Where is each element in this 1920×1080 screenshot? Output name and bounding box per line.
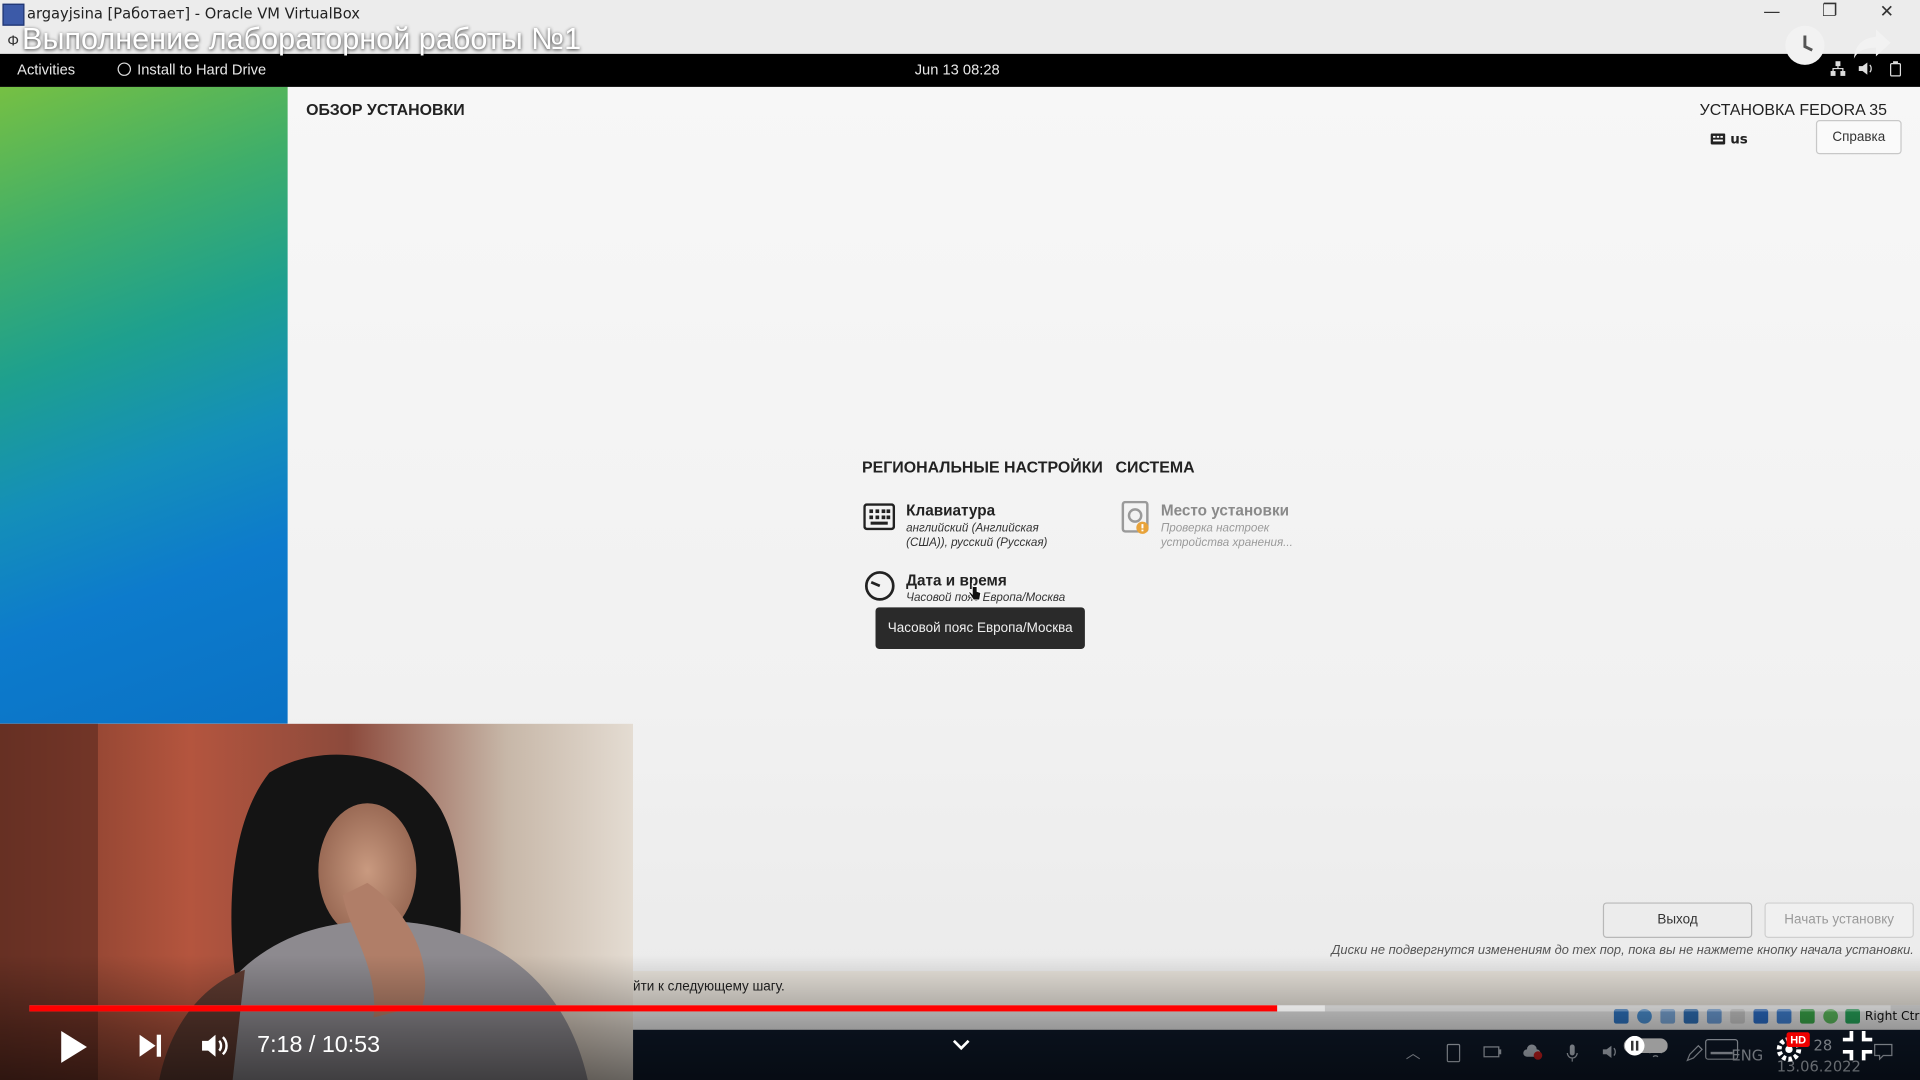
keyboard-spoke-status-line2: (США)), русский (Русская) — [906, 536, 1048, 550]
volume-icon-player[interactable] — [200, 1031, 232, 1065]
play-icon[interactable] — [59, 1030, 88, 1069]
keyboard-layout-label: us — [1730, 131, 1748, 147]
autoplay-toggle[interactable] — [1623, 1035, 1668, 1060]
activities-button[interactable]: Activities — [17, 61, 75, 78]
tray-pen-icon[interactable] — [1685, 1043, 1705, 1066]
keyboard-spoke-title: Клавиатура — [906, 502, 996, 520]
screen: argayjsina [Работает] - Oracle VM Virtua… — [0, 0, 1920, 1080]
warning-text: йти к следующему шагу. — [633, 979, 785, 995]
tray-chevron-up-icon[interactable]: ︿ — [1406, 1042, 1421, 1063]
tray-battery-icon[interactable] — [1483, 1044, 1503, 1062]
tray-cloud-error-icon[interactable] — [1522, 1043, 1544, 1064]
datetime-spoke[interactable]: Дата и время Часовой пояс Европа/Москва — [906, 572, 1065, 606]
exit-fullscreen-icon[interactable] — [1840, 1029, 1874, 1068]
category-system: СИСТЕМА — [1115, 457, 1195, 477]
webcam-overlay — [0, 723, 634, 1080]
product-title: УСТАНОВКА FEDORA 35 — [1699, 100, 1887, 119]
destination-spoke-title: Место установки — [1160, 502, 1290, 520]
mouse-pointer-icon — [967, 582, 982, 606]
time-display: 7:18 / 10:53 — [257, 1032, 381, 1058]
network-icon[interactable] — [1829, 60, 1846, 81]
tray-time[interactable]: 28 — [1813, 1037, 1832, 1054]
datetime-spoke-title: Дата и время — [906, 571, 1007, 589]
webcam-video-frame — [0, 723, 634, 1080]
window-title: argayjsina [Работает] - Oracle VM Virtua… — [26, 4, 360, 23]
watch-later-icon[interactable] — [1785, 25, 1825, 65]
quit-button[interactable]: Выход — [1602, 902, 1753, 938]
share-icon[interactable] — [1851, 27, 1893, 66]
close-icon[interactable]: ✕ — [1880, 2, 1894, 22]
anaconda-sidebar — [0, 86, 288, 724]
clock-icon — [864, 571, 895, 607]
hd-badge: HD — [1786, 1032, 1810, 1047]
disk-changes-notice: Диски не подвергнутся изменениям до тех … — [1331, 942, 1914, 958]
begin-installation-button[interactable]: Начать установку — [1764, 902, 1914, 938]
keyboard-icon — [863, 503, 896, 535]
restore-icon[interactable]: ❐ — [1822, 1, 1837, 21]
hard-disk-warning-icon — [1120, 500, 1152, 540]
menu-item-file[interactable]: Ф — [7, 33, 19, 49]
tray-device-icon[interactable] — [1445, 1043, 1462, 1066]
next-icon[interactable] — [137, 1032, 164, 1064]
install-label: Install to Hard Drive — [137, 61, 267, 79]
tray-speaker-icon[interactable] — [1602, 1043, 1622, 1064]
category-localization: РЕГИОНАЛЬНЫЕ НАСТРОЙКИ — [862, 457, 1103, 477]
page-title: ОБЗОР УСТАНОВКИ — [306, 100, 465, 119]
tray-notification-icon[interactable] — [1873, 1043, 1893, 1064]
help-button[interactable]: Справка — [1815, 120, 1902, 155]
tray-language[interactable]: ENG — [1731, 1047, 1763, 1064]
keyboard-layout-indicator[interactable]: us — [1710, 131, 1748, 147]
video-title[interactable]: Выполнение лабораторной работы №1 — [22, 22, 581, 58]
keyboard-spoke[interactable]: Клавиатура английский (Английская (США))… — [906, 502, 1047, 551]
destination-spoke-status-line2: устройства хранения... — [1160, 536, 1293, 550]
disk-icon — [117, 62, 132, 76]
destination-spoke-status-line1: Проверка настроек — [1160, 521, 1270, 536]
keyboard-spoke-status-line1: английский (Английская — [906, 521, 1039, 536]
gnome-top-bar: Activities Install to Hard Drive Jun 13 … — [0, 53, 1920, 87]
progress-played[interactable] — [29, 1005, 1278, 1012]
datetime-spoke-status: Часовой пояс Европа/Москва — [906, 591, 1066, 605]
tray-microphone-icon[interactable] — [1565, 1043, 1580, 1066]
minimize-icon[interactable]: — — [1763, 2, 1780, 22]
datetime-tooltip: Часовой пояс Европа/Москва — [875, 607, 1085, 649]
install-to-hard-drive-button[interactable]: Install to Hard Drive — [117, 61, 267, 79]
host-key-label: Right Ctrl — [1864, 1010, 1920, 1024]
destination-spoke[interactable]: Место установки Проверка настроек устрой… — [1161, 502, 1293, 551]
clock[interactable]: Jun 13 08:28 — [915, 61, 1000, 78]
keyboard-small-icon — [1710, 133, 1726, 145]
chevron-down-icon[interactable] — [951, 1033, 971, 1056]
